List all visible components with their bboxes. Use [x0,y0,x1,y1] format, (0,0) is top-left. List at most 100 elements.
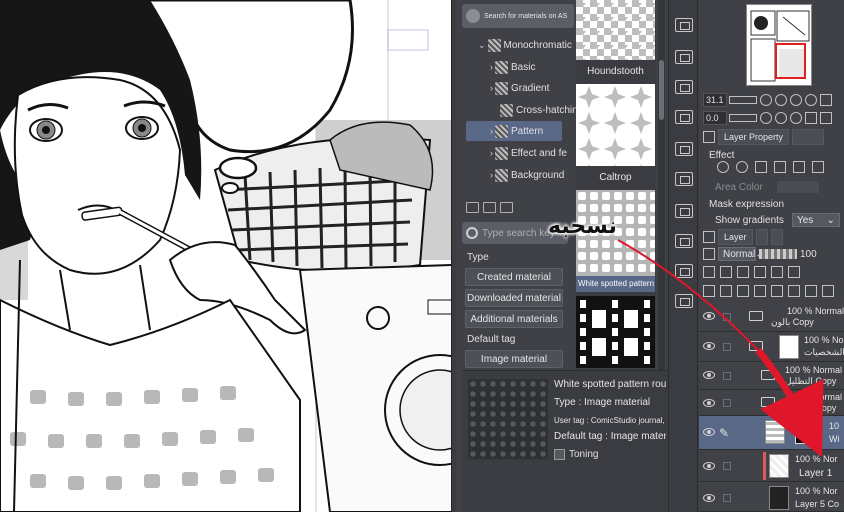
eye-icon[interactable] [703,399,715,407]
opacity-value[interactable]: 100 [800,249,817,260]
rotate-left-icon[interactable] [760,112,772,124]
lock-icon[interactable] [723,372,731,380]
flip-vertical-icon[interactable] [820,112,832,124]
sub-view-icon[interactable] [675,50,693,64]
tree-item-basic[interactable]: › Basic [490,57,535,77]
tab-layer-property[interactable]: Layer Property [718,129,790,145]
rotate-value[interactable]: 0.0 [703,111,727,125]
layer-row[interactable]: 100 % Normal التظليل Copy [699,390,844,416]
layer-row-selected[interactable]: ✎ 10 Wi [699,416,844,450]
blend-mode-dropdown[interactable]: Normal⌄ [718,247,764,261]
zoom-value[interactable]: 31.1 [703,93,727,107]
item-bank-icon[interactable] [675,110,693,124]
extract-line-icon[interactable] [736,161,748,173]
lock-icon[interactable] [723,462,731,470]
tab-brush-size[interactable] [792,129,825,145]
layer-panel-menu-icon[interactable] [703,231,715,243]
additional-materials-button[interactable]: Additional materials [465,310,563,328]
folder-settings-icon[interactable] [483,201,496,213]
quick-access-icon[interactable] [675,294,693,308]
material-search-bar[interactable]: Search for materials on AS [462,4,574,28]
tone-icon[interactable] [755,161,767,173]
navigator-panel-icon[interactable] [675,18,693,32]
downloaded-material-button[interactable]: Downloaded material [465,289,563,307]
texture-icon[interactable] [812,161,824,173]
lock-transparent-icon[interactable] [737,266,749,278]
layer-color-icon[interactable] [774,161,786,173]
actual-size-icon[interactable] [805,94,817,106]
mosaic-icon[interactable] [793,161,805,173]
zoom-in-icon[interactable] [775,94,787,106]
tree-item-effect[interactable]: › Effect and fe [490,143,567,163]
tree-item-cross-hatching[interactable]: Cross-hatching [498,100,583,120]
layer-search-icon[interactable] [675,204,693,218]
ruler-icon[interactable] [788,266,800,278]
auto-action-icon[interactable] [675,172,693,186]
lock-icon[interactable] [723,343,731,351]
layer-row[interactable]: 100 % Normal التظليل Copy [699,362,844,390]
delete-layer-icon[interactable] [822,285,834,297]
rotate-right-icon[interactable] [775,112,787,124]
clip-icon[interactable] [703,266,715,278]
transfer-down-icon[interactable] [754,285,766,297]
tree-item-gradient[interactable]: › Gradient [490,78,549,98]
folder-delete-icon[interactable] [500,201,513,213]
reference-icon[interactable] [720,266,732,278]
apply-mask-icon[interactable] [805,285,817,297]
flip-horizontal-icon[interactable] [805,112,817,124]
navigator-view-frame[interactable] [775,43,806,79]
lock-icon[interactable] [723,494,731,502]
tab-layer-third[interactable] [770,229,783,245]
eye-icon[interactable] [703,342,715,350]
toning-checkbox[interactable]: Toning [554,449,598,460]
drag-instruction-label: نسحبه [548,214,617,239]
history-icon[interactable] [675,142,693,156]
new-folder-icon[interactable] [466,201,479,213]
fit-icon[interactable] [790,94,802,106]
layer-row[interactable]: 100 % Nor Layer 1 [699,450,844,482]
lock-layer-icon[interactable] [754,266,766,278]
created-material-button[interactable]: Created material [465,268,563,286]
lock-icon[interactable] [723,399,731,407]
reset-rotation-icon[interactable] [790,112,802,124]
thumbnails-scrollbar[interactable] [658,0,665,370]
drawing-canvas[interactable] [0,0,452,512]
navigator-preview[interactable] [746,4,812,86]
film-strip-thumbnail[interactable] [576,296,655,368]
image-material-button[interactable]: Image material [465,350,563,368]
tree-item-pattern[interactable]: › Pattern [466,121,562,141]
layer-row[interactable]: 100 % Nor Layer 5 Co [699,482,844,512]
eye-icon[interactable] [703,494,715,502]
tab-layer-second[interactable] [755,229,768,245]
tab-layer[interactable]: Layer [718,229,753,245]
zoom-out-icon[interactable] [760,94,772,106]
opacity-slider[interactable] [759,249,797,259]
mask-icon[interactable] [771,266,783,278]
area-color-swatch[interactable] [776,181,819,193]
layer-mask-icon[interactable] [788,285,800,297]
new-folder-icon[interactable] [737,285,749,297]
timeline-icon[interactable] [675,264,693,278]
merge-icon[interactable] [771,285,783,297]
eye-icon[interactable] [703,428,715,436]
show-gradients-dropdown[interactable]: Yes ⌄ [791,213,840,227]
tree-item-monochromatic[interactable]: ⌄ Monochromatic [478,35,572,55]
flip-icon[interactable] [820,94,832,106]
eye-icon[interactable] [703,462,715,470]
close-panel-icon[interactable] [675,80,693,94]
rotate-slider[interactable] [729,114,757,122]
panel-menu-icon[interactable] [703,131,715,143]
eye-icon[interactable] [703,312,715,320]
caltrop-thumbnail[interactable] [576,84,655,166]
zoom-slider[interactable] [729,96,757,104]
houndstooth-thumbnail[interactable] [576,0,655,60]
new-vector-layer-icon[interactable] [720,285,732,297]
animation-cels-icon[interactable] [675,234,693,248]
lock-icon[interactable] [723,313,731,321]
layer-row[interactable]: 100 % No الشخصيات [699,332,844,362]
layer-row[interactable]: 100 % Normal بالون Copy [699,302,844,332]
border-effect-icon[interactable] [717,161,729,173]
new-raster-layer-icon[interactable] [703,285,715,297]
tree-item-background[interactable]: › Background [490,165,564,185]
eye-icon[interactable] [703,371,715,379]
